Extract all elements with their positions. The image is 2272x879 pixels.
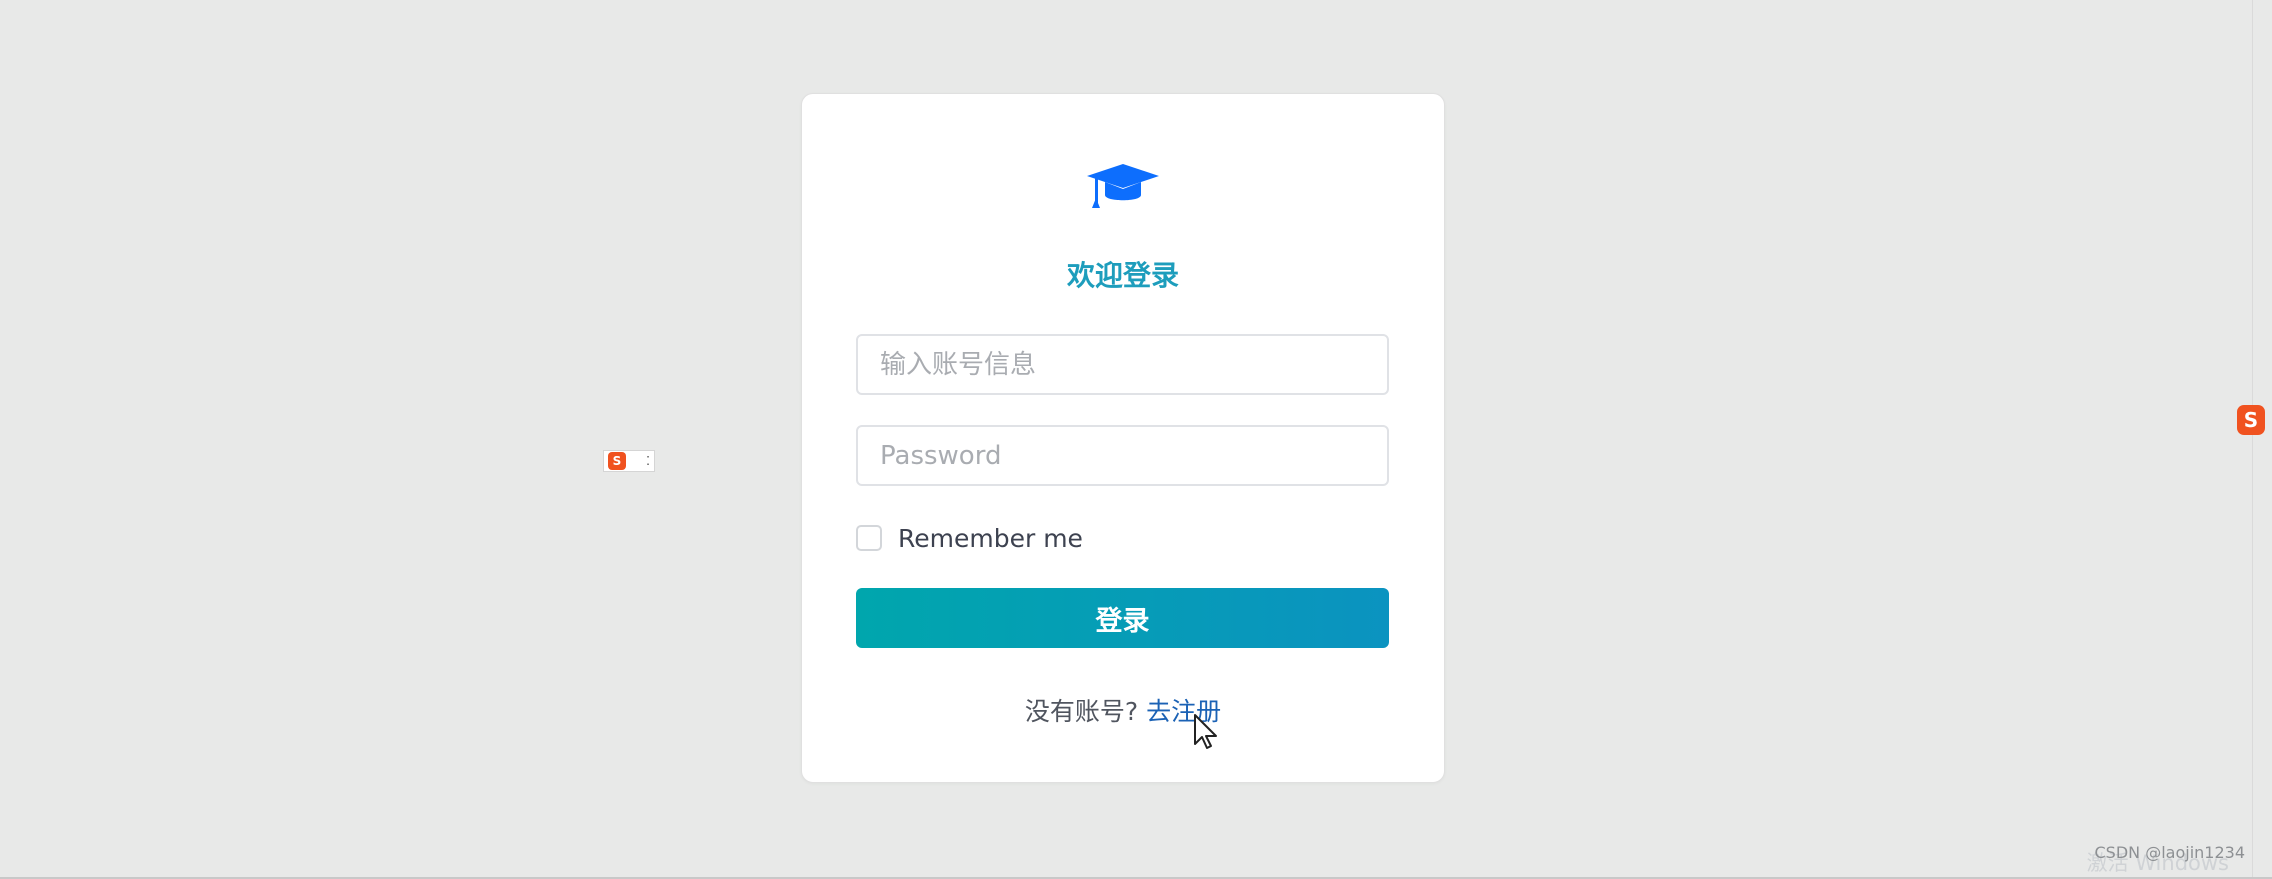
mouse-pointer-icon: [1194, 714, 1217, 749]
remember-me-label[interactable]: Remember me: [898, 524, 1083, 553]
remember-me-checkbox[interactable]: [856, 525, 882, 551]
password-input[interactable]: [856, 425, 1389, 486]
register-row: 没有账号? 去注册: [802, 692, 1444, 728]
sogou-ime-icon: S: [608, 452, 626, 470]
graduation-cap-icon: [1087, 164, 1159, 208]
ime-toolbar-arrows-icon[interactable]: ⁚: [646, 455, 650, 467]
ime-toolbar[interactable]: S ⁚: [603, 450, 655, 472]
login-card: 欢迎登录 Remember me 登录 没有账号? 去注册: [801, 93, 1445, 783]
vertical-scrollbar[interactable]: [2252, 0, 2272, 879]
register-prompt: 没有账号?: [1024, 697, 1139, 726]
csdn-watermark: CSDN @laojin1234: [2094, 843, 2246, 862]
account-input[interactable]: [856, 334, 1389, 395]
watermark: 激活 Windows CSDN @laojin1234: [2085, 837, 2245, 877]
sogou-floating-icon[interactable]: S: [2237, 405, 2265, 435]
remember-me-row[interactable]: Remember me: [856, 522, 1083, 554]
login-button[interactable]: 登录: [856, 588, 1389, 648]
page-title: 欢迎登录: [1066, 259, 1179, 292]
